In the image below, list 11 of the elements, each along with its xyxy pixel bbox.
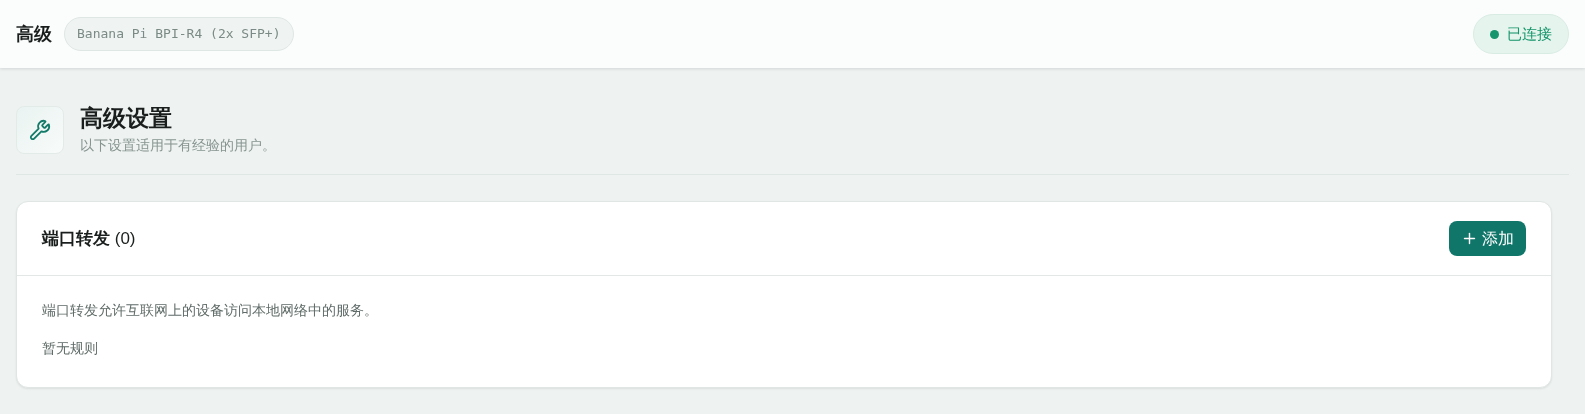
add-button[interactable]: 添加 — [1449, 221, 1526, 256]
plus-icon — [1461, 230, 1478, 247]
page-title: 高级 — [16, 22, 52, 46]
section-subtitle: 以下设置适用于有经验的用户。 — [80, 136, 276, 155]
card-title: 端口转发 (0) — [42, 227, 136, 250]
wrench-icon — [16, 105, 64, 154]
device-badge: Banana Pi BPI-R4 (2x SFP+) — [64, 17, 294, 51]
section-title: 高级设置 — [80, 104, 173, 133]
status-label: 已连接 — [1507, 23, 1552, 44]
empty-message: 暂无规则 — [42, 339, 99, 358]
card-description: 端口转发允许互联网上的设备访问本地网络中的服务。 — [42, 301, 379, 320]
